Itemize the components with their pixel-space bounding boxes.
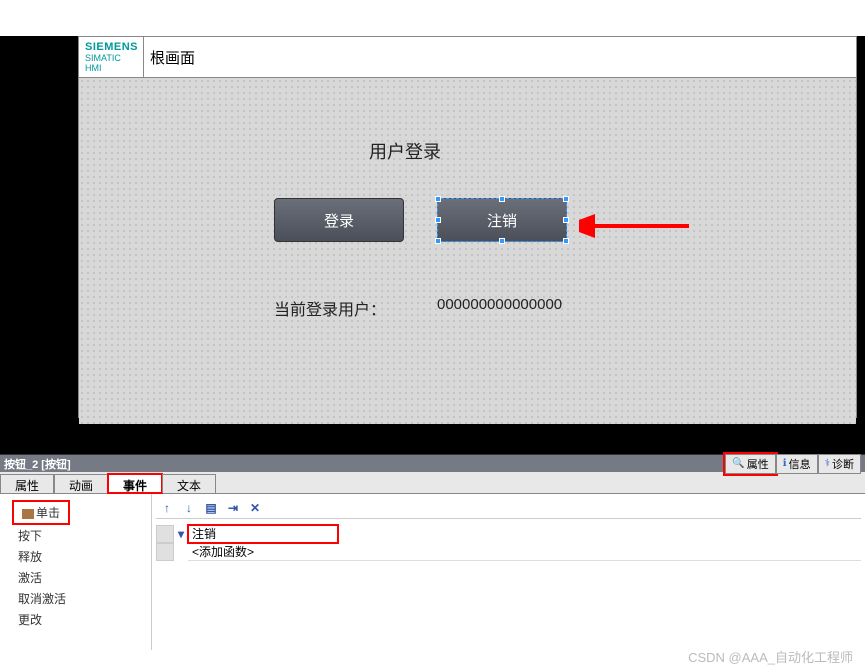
siemens-logo: SIEMENS SIMATIC HMI — [79, 37, 143, 77]
function-name: 注销 — [188, 525, 338, 543]
watermark: CSDN @AAA_自动化工程师 — [688, 647, 853, 666]
screen-title[interactable]: 根画面 — [143, 37, 856, 77]
properties-icon: 🔍 — [732, 458, 744, 469]
selection-handle[interactable] — [499, 196, 505, 202]
panel-tab-group: 🔍属性 ℹ信息 ⚕诊断 — [725, 454, 861, 474]
function-toolbar: ↑ ↓ ▤ ⇥ ✕ — [156, 498, 861, 519]
event-icon — [22, 509, 34, 519]
selection-handle[interactable] — [563, 217, 569, 223]
login-title: 用户登录 — [369, 138, 441, 164]
object-bar: 按钮_2 [按钮] 🔍属性 ℹ信息 ⚕诊断 — [0, 454, 865, 472]
row-gutter — [156, 543, 174, 561]
object-name: 按钮_2 [按钮] — [4, 456, 71, 472]
selection-handle[interactable] — [435, 238, 441, 244]
tab-label: 信息 — [789, 456, 811, 472]
folder-button[interactable]: ▤ — [202, 500, 220, 516]
tab-animation[interactable]: 动画 — [54, 474, 108, 493]
property-tab-bar: 属性 动画 事件 文本 — [0, 472, 865, 494]
selection-handle[interactable] — [499, 238, 505, 244]
tab-label: 属性 — [747, 456, 769, 472]
event-change[interactable]: 更改 — [14, 609, 151, 630]
move-up-button[interactable]: ↑ — [158, 500, 176, 516]
login-button-label: 登录 — [324, 210, 354, 231]
selection-handle[interactable] — [435, 196, 441, 202]
delete-button[interactable]: ✕ — [246, 500, 264, 516]
tab-text[interactable]: 文本 — [162, 474, 216, 493]
event-activate[interactable]: 激活 — [14, 567, 151, 588]
current-user-label: 当前登录用户： — [274, 296, 386, 320]
tab-properties[interactable]: 属性 — [0, 474, 54, 493]
add-function-label: <添加函数> — [188, 543, 861, 561]
hmi-header: SIEMENS SIMATIC HMI 根画面 — [79, 37, 856, 78]
add-function-row[interactable]: <添加函数> — [156, 543, 861, 561]
tab-events[interactable]: 事件 — [108, 474, 162, 493]
tab-info-panel[interactable]: ℹ信息 — [776, 454, 818, 474]
tab-properties-panel[interactable]: 🔍属性 — [725, 454, 775, 474]
selection-handle[interactable] — [563, 238, 569, 244]
sub-brand-text: SIMATIC HMI — [85, 53, 137, 73]
selection-handle[interactable] — [435, 217, 441, 223]
property-body: 单击 按下 释放 激活 取消激活 更改 ↑ ↓ ▤ ⇥ ✕ ▾ 注销 — [0, 494, 865, 650]
row-gutter — [156, 525, 174, 543]
properties-panel: 按钮_2 [按钮] 🔍属性 ℹ信息 ⚕诊断 属性 动画 事件 文本 单击 按下 … — [0, 454, 865, 650]
event-press[interactable]: 按下 — [14, 525, 151, 546]
logout-button-label: 注销 — [487, 210, 517, 231]
event-deactivate[interactable]: 取消激活 — [14, 588, 151, 609]
move-down-button[interactable]: ↓ — [180, 500, 198, 516]
current-user-value: 000000000000000 — [437, 296, 562, 313]
info-icon: ℹ — [783, 458, 787, 469]
editor-area: SIEMENS SIMATIC HMI 根画面 用户登录 登录 注销 当前登 — [0, 36, 865, 454]
hmi-canvas[interactable]: 用户登录 登录 注销 当前登录用户： 000000000000000 — [79, 78, 856, 424]
hmi-screen-frame: SIEMENS SIMATIC HMI 根画面 用户登录 登录 注销 当前登 — [78, 36, 857, 418]
selection-handle[interactable] — [563, 196, 569, 202]
event-release[interactable]: 释放 — [14, 546, 151, 567]
diagnostics-icon: ⚕ — [825, 458, 830, 469]
login-button[interactable]: 登录 — [274, 198, 404, 242]
tab-label: 诊断 — [832, 456, 854, 472]
event-click[interactable]: 单击 — [14, 502, 68, 523]
tab-diagnostics-panel[interactable]: ⚕诊断 — [818, 454, 861, 474]
event-label: 单击 — [36, 506, 60, 520]
brand-text: SIEMENS — [85, 41, 137, 53]
function-area: ↑ ↓ ▤ ⇥ ✕ ▾ 注销 <添加函数> — [152, 494, 865, 650]
indent-button[interactable]: ⇥ — [224, 500, 242, 516]
function-row[interactable]: ▾ 注销 — [156, 525, 861, 543]
expand-icon[interactable]: ▾ — [174, 527, 188, 541]
function-list: ▾ 注销 <添加函数> — [156, 525, 861, 561]
annotation-arrow-icon — [579, 214, 699, 238]
logout-button[interactable]: 注销 — [437, 198, 567, 242]
event-list: 单击 按下 释放 激活 取消激活 更改 — [0, 494, 152, 650]
